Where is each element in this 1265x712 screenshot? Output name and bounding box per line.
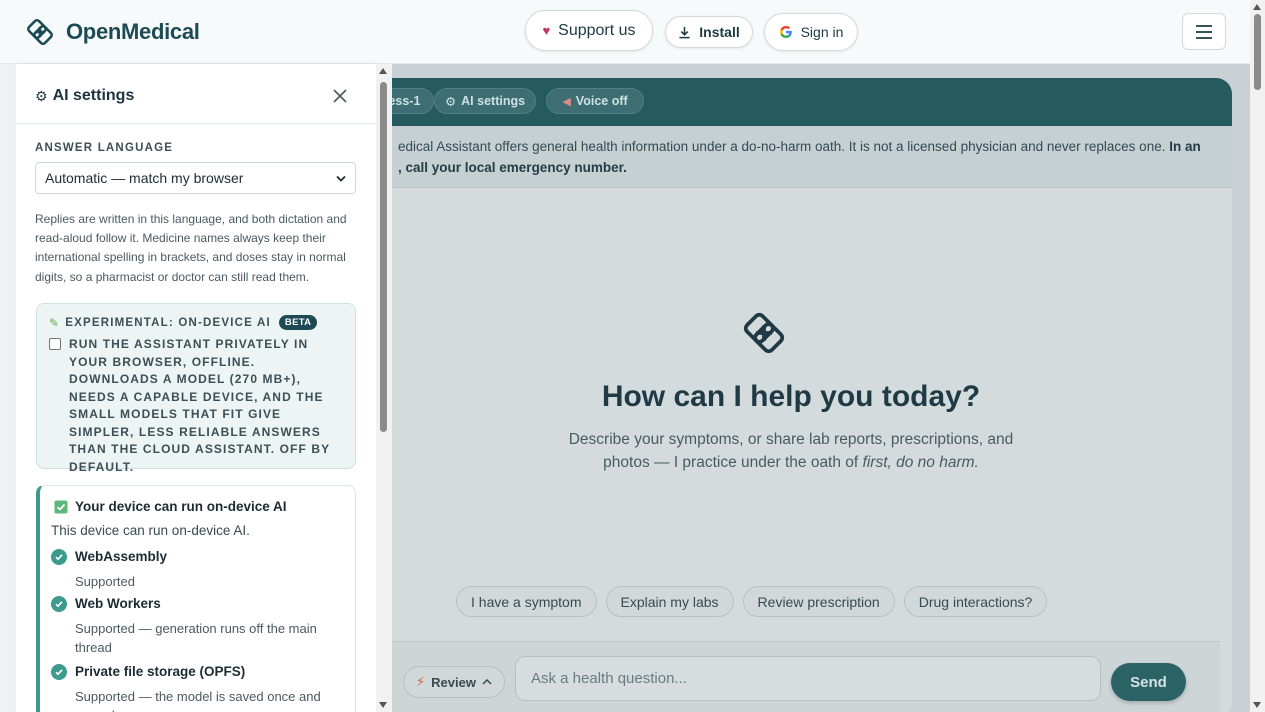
sign-in-label: Sign in (800, 24, 844, 40)
panel-title-text: AI settings (52, 87, 135, 104)
install-button[interactable]: Install (665, 16, 753, 48)
chat-toolbar: larness-1 ⚙ AI settings ◀ Voice off (392, 78, 1232, 126)
chip-drug-interactions[interactable]: Drug interactions? (903, 586, 1048, 617)
gear-icon: ⚙ (35, 87, 48, 104)
scroll-down-icon[interactable] (1253, 702, 1261, 708)
scroll-up-icon[interactable] (1253, 4, 1261, 10)
disclaimer-text: edical Assistant offers general health i… (398, 139, 1166, 154)
menu-button[interactable] (1182, 13, 1226, 50)
disclaimer-banner: edical Assistant offers general health i… (392, 126, 1232, 188)
capability-name: Private file storage (OPFS) (75, 664, 246, 679)
voice-off-pill[interactable]: ◀ Voice off (546, 88, 644, 114)
ai-settings-pill[interactable]: ⚙ AI settings (434, 88, 536, 114)
panel-title: ⚙ AI settings (35, 87, 134, 105)
hero-subtitle: Describe your symptoms, or share lab rep… (392, 428, 1220, 474)
message-input[interactable]: Ask a health question... (515, 656, 1101, 701)
device-subtitle: This device can run on-device AI. (51, 523, 250, 538)
panel-scroll-thumb[interactable] (380, 82, 387, 432)
chat-scroll-gutter (1233, 64, 1250, 712)
experimental-title: ✎ EXPERIMENTAL: ON-DEVICE AI BETA (49, 315, 318, 330)
scroll-up-icon[interactable] (379, 68, 387, 74)
chip-symptom[interactable]: I have a symptom (456, 586, 597, 617)
chat-area: larness-1 ⚙ AI settings ◀ Voice off edical… (392, 64, 1250, 712)
review-mode-button[interactable]: ⚡ Review (403, 666, 505, 698)
language-select-value: Automatic — match my browser (45, 170, 244, 186)
app-header: OpenMedical ♥ Support us Install Sign in (0, 0, 1250, 64)
chevron-down-icon (336, 175, 346, 182)
ai-settings-panel: ⚙ AI settings ANSWER LANGUAGE Automatic … (16, 64, 376, 712)
voice-off-label: Voice off (575, 94, 628, 108)
capability-status: Supported — generation runs off the main… (75, 621, 317, 655)
ai-settings-pill-label: AI settings (461, 94, 526, 108)
hamburger-icon (1196, 24, 1212, 39)
page-scrollbar[interactable] (1250, 0, 1265, 712)
pencil-icon: ✎ (49, 315, 61, 330)
heart-icon: ♥ (542, 23, 551, 38)
experimental-section: ✎ EXPERIMENTAL: ON-DEVICE AI BETA Run th… (36, 303, 356, 474)
language-select[interactable]: Automatic — match my browser (35, 162, 356, 194)
lightning-icon: ⚡ (416, 674, 426, 689)
brand-logo[interactable]: OpenMedical (24, 16, 200, 48)
capability-name: Web Workers (75, 596, 161, 611)
capability-status: Supported — the model is saved once and … (75, 689, 321, 712)
device-capability-card: Your device can run on-device AI This de… (36, 485, 356, 712)
composer: ⚡ Review Ask a health question... Send (392, 641, 1220, 712)
experimental-description: Run the assistant privately in your brow… (69, 337, 330, 474)
suggestion-chips: I have a symptom Explain my labs Review … (456, 586, 1048, 617)
hero-title: How can I help you today? (601, 380, 981, 413)
language-help-text: Replies are written in this language, an… (35, 212, 347, 284)
device-title-text: Your device can run on-device AI (75, 499, 287, 514)
chip-labs[interactable]: Explain my labs (605, 586, 734, 617)
chip-prescription[interactable]: Review prescription (742, 586, 895, 617)
openmedical-logo-icon (27, 19, 53, 45)
support-us-button[interactable]: ♥ Support us (525, 10, 653, 51)
model-pill[interactable]: larness-1 (392, 88, 434, 114)
disclaimer-emphasis-2: , call your local emergency number. (398, 160, 627, 175)
check-circle-icon (51, 596, 67, 612)
install-label: Install (699, 24, 740, 40)
disclaimer-emphasis-1: In an (1169, 139, 1201, 154)
scroll-down-icon[interactable] (379, 702, 387, 708)
openmedical-logo-icon (743, 312, 785, 354)
checkbox-checked-icon (54, 500, 68, 513)
panel-scrollbar[interactable] (376, 64, 391, 712)
speaker-muted-icon: ◀ (562, 95, 571, 108)
check-circle-icon (51, 664, 67, 680)
close-icon[interactable] (332, 88, 348, 104)
answer-language-label: ANSWER LANGUAGE (35, 142, 174, 154)
brand-name: OpenMedical (66, 19, 200, 44)
capability-status: Supported (75, 574, 135, 589)
check-circle-icon (51, 549, 67, 565)
hero-subtitle-oath: first, do no harm. (862, 454, 979, 471)
chat-card: larness-1 ⚙ AI settings ◀ Voice off edical… (392, 78, 1232, 712)
hero-subtitle-line-2: photos — I practice under the oath of (603, 454, 859, 471)
sign-in-button[interactable]: Sign in (764, 13, 858, 51)
send-button[interactable]: Send (1111, 663, 1186, 701)
google-icon (779, 26, 792, 38)
page-scroll-thumb[interactable] (1254, 14, 1261, 90)
model-pill-label: larness-1 (392, 94, 421, 108)
support-us-label: Support us (558, 21, 636, 39)
experimental-label: EXPERIMENTAL: ON-DEVICE AI (65, 316, 271, 329)
panel-header: ⚙ AI settings (16, 64, 376, 124)
capability-name: WebAssembly (75, 549, 168, 564)
chevron-up-icon (482, 679, 492, 685)
hero-subtitle-line-1: Describe your symptoms, or share lab rep… (568, 431, 1014, 448)
beta-badge: BETA (278, 315, 318, 330)
gear-icon: ⚙ (444, 94, 457, 109)
download-icon (679, 26, 690, 38)
on-device-ai-checkbox[interactable] (49, 338, 61, 350)
review-label: Review (431, 674, 476, 690)
device-title: Your device can run on-device AI (54, 499, 287, 514)
